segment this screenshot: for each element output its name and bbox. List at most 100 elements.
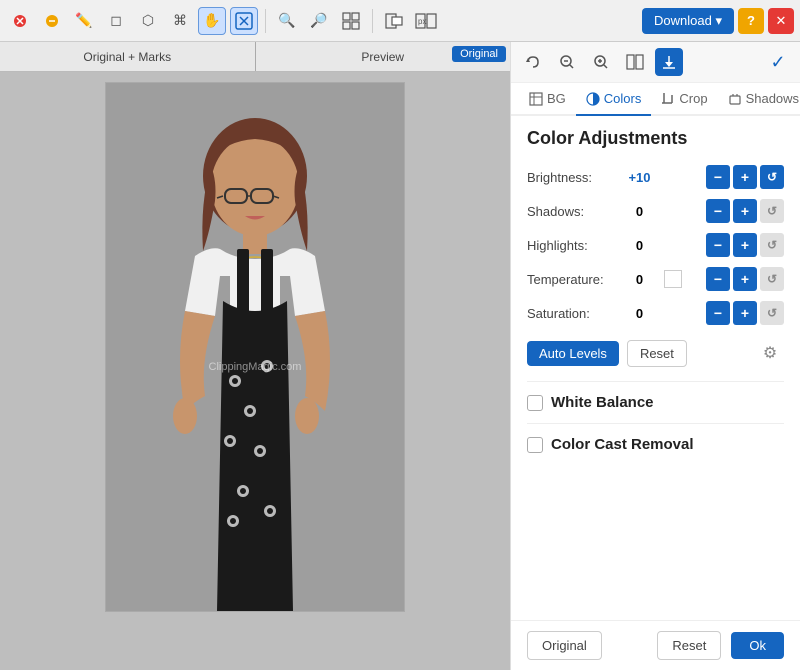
canvas-area: Original + Marks Preview Original [0, 42, 510, 670]
canvas-image-area: ClippingMagic.com [0, 72, 510, 670]
highlights-minus-button[interactable]: − [706, 233, 730, 257]
person-illustration [155, 101, 355, 611]
action-row: Auto Levels Reset ⚙ [527, 339, 784, 367]
paint-icon[interactable]: ⬡ [134, 7, 162, 35]
white-balance-title: White Balance [551, 394, 654, 411]
temperature-minus-button[interactable]: − [706, 267, 730, 291]
main-area: Original + Marks Preview Original [0, 42, 800, 670]
original-button[interactable]: Original [527, 631, 602, 660]
shadows-controls: − + ↺ [706, 199, 784, 223]
original-label: Original + Marks [0, 50, 255, 64]
tabs: BG Colors Crop Shadows [511, 83, 800, 116]
auto-levels-button[interactable]: Auto Levels [527, 341, 619, 366]
highlights-reset-button[interactable]: ↺ [760, 233, 784, 257]
download-button[interactable]: Download ▾ [642, 8, 734, 34]
settings-gear-icon[interactable]: ⚙ [756, 339, 784, 367]
color-cast-removal-header[interactable]: Color Cast Removal [527, 436, 784, 453]
brightness-reset-button[interactable]: ↺ [760, 165, 784, 189]
shadows-row: Shadows: 0 − + ↺ [527, 199, 784, 223]
confirm-button[interactable]: ✓ [764, 48, 792, 76]
temperature-controls: − + ↺ [706, 267, 784, 291]
main-toolbar: ✏️ ◻ ⬡ ⌘ ✋ 🔍 🔎 px Download ▾ [0, 0, 800, 42]
shadows-reset-button[interactable]: ↺ [760, 199, 784, 223]
brightness-minus-button[interactable]: − [706, 165, 730, 189]
highlights-controls: − + ↺ [706, 233, 784, 257]
grid-view-icon[interactable] [337, 7, 365, 35]
tab-crop[interactable]: Crop [651, 83, 717, 116]
zoom-out-canvas-icon[interactable]: 🔍 [273, 7, 301, 35]
reset-button[interactable]: Reset [657, 631, 721, 660]
color-cast-removal-checkbox[interactable] [527, 437, 543, 453]
white-balance-checkbox[interactable] [527, 395, 543, 411]
watermark: ClippingMagic.com [209, 361, 302, 373]
tab-bg[interactable]: BG [519, 83, 576, 116]
help-button[interactable]: ? [738, 8, 764, 34]
close-label: ✕ [776, 13, 787, 29]
separator-2 [372, 9, 373, 33]
zoom-in-canvas-icon[interactable]: 🔎 [305, 7, 333, 35]
color-cast-removal-section: Color Cast Removal [527, 423, 784, 465]
download-panel-icon[interactable] [655, 48, 683, 76]
marks-icon[interactable] [230, 7, 258, 35]
ok-button[interactable]: Ok [731, 632, 784, 659]
saturation-row: Saturation: 0 − + ↺ [527, 301, 784, 325]
original-badge: Original [452, 46, 506, 62]
format-icon[interactable]: px [412, 7, 440, 35]
temperature-row: Temperature: 0 − + ↺ [527, 267, 784, 291]
temperature-value: 0 [617, 272, 662, 287]
saturation-controls: − + ↺ [706, 301, 784, 325]
shadows-minus-button[interactable]: − [706, 199, 730, 223]
svg-text:px: px [418, 17, 426, 26]
temperature-swatch [664, 270, 682, 288]
temperature-label: Temperature: [527, 272, 617, 287]
brightness-row: Brightness: +10 − + ↺ [527, 165, 784, 189]
toolbar-right: ? ✕ [738, 8, 794, 34]
separator-1 [265, 9, 266, 33]
window-close-button[interactable]: ✕ [768, 8, 794, 34]
tab-colors[interactable]: Colors [576, 83, 652, 116]
canvas-content[interactable]: ClippingMagic.com [0, 72, 510, 670]
reset-adjustments-button[interactable]: Reset [627, 340, 687, 367]
help-label: ? [747, 13, 755, 28]
brightness-label: Brightness: [527, 170, 617, 185]
temperature-reset-button[interactable]: ↺ [760, 267, 784, 291]
pencil-icon[interactable]: ✏️ [70, 7, 98, 35]
brightness-value: +10 [617, 170, 662, 185]
color-cast-removal-title: Color Cast Removal [551, 436, 694, 453]
right-panel: ✓ BG Colors Crop Shadows Color [510, 42, 800, 670]
shadows-value: 0 [617, 204, 662, 219]
zoom-out-panel-icon[interactable] [553, 48, 581, 76]
download-label: Download ▾ [654, 13, 722, 29]
eraser-icon[interactable]: ◻ [102, 7, 130, 35]
saturation-plus-button[interactable]: + [733, 301, 757, 325]
split-view-icon[interactable] [621, 48, 649, 76]
undo-icon[interactable] [519, 48, 547, 76]
tab-shadows[interactable]: Shadows [718, 83, 800, 116]
highlights-label: Highlights: [527, 238, 617, 253]
brightness-plus-button[interactable]: + [733, 165, 757, 189]
brightness-controls: − + ↺ [706, 165, 784, 189]
white-balance-header[interactable]: White Balance [527, 394, 784, 411]
shadows-label: Shadows: [527, 204, 617, 219]
shadows-plus-button[interactable]: + [733, 199, 757, 223]
temperature-plus-button[interactable]: + [733, 267, 757, 291]
hand-icon[interactable]: ✋ [198, 7, 226, 35]
saturation-reset-button[interactable]: ↺ [760, 301, 784, 325]
panel-toolbar: ✓ [511, 42, 800, 83]
panel-content: Color Adjustments Brightness: +10 − + ↺ … [511, 116, 800, 620]
color-adjustments-title: Color Adjustments [527, 128, 784, 149]
close-icon[interactable] [6, 7, 34, 35]
saturation-value: 0 [617, 306, 662, 321]
saturation-label: Saturation: [527, 306, 617, 321]
saturation-minus-button[interactable]: − [706, 301, 730, 325]
canvas-labels: Original + Marks Preview Original [0, 42, 510, 72]
lasso-icon[interactable]: ⌘ [166, 7, 194, 35]
highlights-value: 0 [617, 238, 662, 253]
minimize-icon[interactable] [38, 7, 66, 35]
image-container: ClippingMagic.com [105, 82, 405, 612]
panel-actions: Original Reset Ok [511, 620, 800, 670]
resize-icon[interactable] [380, 7, 408, 35]
zoom-in-panel-icon[interactable] [587, 48, 615, 76]
highlights-plus-button[interactable]: + [733, 233, 757, 257]
white-balance-section: White Balance [527, 381, 784, 423]
